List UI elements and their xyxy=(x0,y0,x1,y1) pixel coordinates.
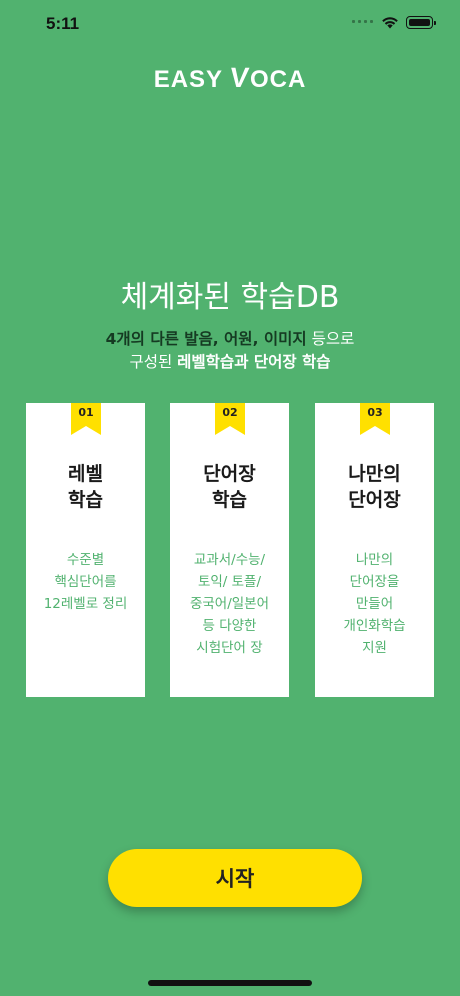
feature-card-level: 01 레벨 학습 수준별 핵심단어를 12레벨로 정리 xyxy=(26,403,145,697)
status-time: 5:11 xyxy=(46,14,80,33)
card-desc-line: 토익/ 토플/ xyxy=(197,574,262,590)
card-title: 나만의 단어장 xyxy=(315,461,434,513)
card-title: 단어장 학습 xyxy=(170,461,289,513)
card-desc-line: 지원 xyxy=(362,640,387,656)
card-title-line: 레벨 xyxy=(68,463,103,485)
card-desc-line: 개인화학습 xyxy=(343,618,406,634)
start-button[interactable]: 시작 xyxy=(108,849,362,907)
card-number: 01 xyxy=(78,406,94,419)
logo-text-easy: EASY xyxy=(153,66,231,93)
battery-icon xyxy=(406,16,436,29)
card-title-line: 학습 xyxy=(68,489,103,511)
feature-cards: 01 레벨 학습 수준별 핵심단어를 12레벨로 정리 02 단어장 학습 교과… xyxy=(26,403,434,697)
card-desc-line: 나만의 xyxy=(355,552,394,568)
card-desc-line: 단어장을 xyxy=(349,574,400,590)
card-title: 레벨 학습 xyxy=(26,461,145,513)
subtitle-line1-bold: 4개의 다른 발음, 어원, 이미지 xyxy=(105,330,307,348)
card-desc-line: 수준별 xyxy=(66,552,105,568)
home-indicator[interactable] xyxy=(148,980,312,986)
status-bar: 5:11 xyxy=(0,0,460,50)
subtitle-line2-bold: 레벨학습과 단어장 학습 xyxy=(177,353,331,371)
logo-text-oca: OCA xyxy=(249,66,307,93)
card-description: 교과서/수능/ 토익/ 토플/ 중국어/일본어 등 다양한 시험단어 장 xyxy=(170,549,289,659)
page-title: 체계화된 학습DB xyxy=(120,280,340,315)
card-desc-line: 핵심단어를 xyxy=(54,574,117,590)
card-title-line: 단어장 xyxy=(203,463,256,485)
card-title-line: 단어장 xyxy=(348,489,401,511)
card-number: 02 xyxy=(222,406,238,419)
card-desc-line: 만들어 xyxy=(355,596,394,612)
wifi-icon xyxy=(382,17,398,29)
feature-card-my-wordbook: 03 나만의 단어장 나만의 단어장을 만들어 개인화학습 지원 xyxy=(315,403,434,697)
signal-icon xyxy=(352,20,373,23)
logo-v-mark: V xyxy=(228,62,252,93)
card-title-line: 나만의 xyxy=(348,463,401,485)
subtitle: 4개의 다른 발음, 어원, 이미지 등으로 구성된 레벨학습과 단어장 학습 xyxy=(0,328,460,374)
subtitle-line2-start: 구성된 xyxy=(129,353,178,371)
card-title-line: 학습 xyxy=(212,489,247,511)
card-desc-line: 등 다양한 xyxy=(202,618,257,634)
card-description: 수준별 핵심단어를 12레벨로 정리 xyxy=(26,549,145,615)
card-desc-line: 교과서/수능/ xyxy=(193,552,266,568)
ribbon-badge: 02 xyxy=(215,403,245,435)
ribbon-badge: 01 xyxy=(71,403,101,435)
card-description: 나만의 단어장을 만들어 개인화학습 지원 xyxy=(315,549,434,659)
subtitle-line1-rest: 등으로 xyxy=(306,330,355,348)
feature-card-wordbook: 02 단어장 학습 교과서/수능/ 토익/ 토플/ 중국어/일본어 등 다양한 … xyxy=(170,403,289,697)
card-desc-line: 중국어/일본어 xyxy=(189,596,270,612)
ribbon-badge: 03 xyxy=(360,403,390,435)
card-desc-line: 12레벨로 정리 xyxy=(43,596,128,612)
card-number: 03 xyxy=(367,406,383,419)
card-desc-line: 시험단어 장 xyxy=(196,640,263,656)
app-logo: EASY VOCA xyxy=(0,62,460,94)
